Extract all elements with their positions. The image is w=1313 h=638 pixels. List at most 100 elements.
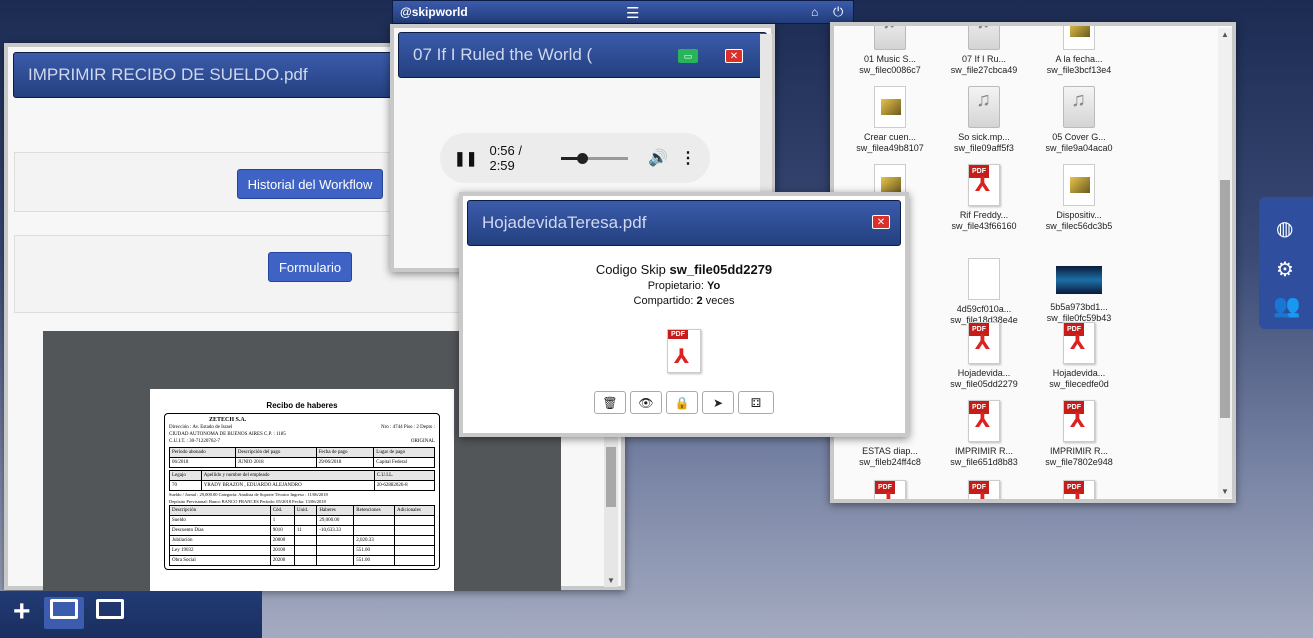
desktop-2-button[interactable] — [90, 597, 130, 629]
owner-label: Propietario: — [647, 280, 704, 292]
file-item[interactable]: PDF⅄ — [944, 480, 1024, 499]
file-item[interactable]: 5b5a973bd1... sw_file0fc59b43 — [1039, 258, 1119, 324]
files-scrollbar[interactable]: ▲ ▼ — [1218, 28, 1232, 498]
users-icon[interactable]: 👥 — [1273, 293, 1300, 319]
scroll-thumb[interactable] — [606, 447, 616, 507]
monitor-icon — [50, 599, 78, 619]
td: 20000 — [269, 535, 295, 546]
file-id: sw_filec0086c7 — [859, 65, 921, 75]
hoja-actions: 🗑 👁 🔒 ➤ ⚃ — [467, 391, 901, 414]
file-item[interactable]: PDF ⅄ Hojadevida... sw_filecedfe0d — [1039, 322, 1119, 390]
td — [393, 515, 436, 526]
file-name: 5b5a973bd1... — [1050, 302, 1108, 312]
file-item[interactable]: PDF⅄ — [850, 480, 930, 499]
file-item[interactable]: PDF ⅄ IMPRIMIR R... sw_file7802e948 — [1039, 400, 1119, 468]
music-file-icon: ♫ — [874, 26, 906, 50]
scroll-down-icon[interactable]: ▼ — [607, 576, 615, 585]
th: Fecha de pago — [315, 447, 375, 458]
side-dock: ◍ ⚙ 👥 — [1259, 197, 1313, 329]
company-dir: Dirección : Av. Estado de Israel — [169, 425, 233, 430]
file-item[interactable]: ♫ So sick.mp... sw_file09aff5f3 — [944, 86, 1024, 154]
pdf-file-icon: PDF⅄ — [968, 480, 1000, 499]
file-item[interactable]: ♫ 01 Music S...sw_filec0086c7 — [850, 26, 930, 76]
more-options-icon[interactable]: ⋮ — [680, 148, 696, 168]
seek-knob[interactable] — [576, 152, 588, 164]
th: Cód. — [269, 505, 295, 516]
file-name: Hojadevida... — [1052, 368, 1106, 378]
file-item[interactable]: PDF ⅄ IMPRIMIR R... sw_file651d8b83 — [944, 400, 1024, 468]
scroll-up-icon[interactable]: ▲ — [1221, 30, 1229, 39]
th: Lugar de pago — [373, 447, 435, 458]
home-icon[interactable]: ⌂ — [811, 5, 818, 19]
file-item[interactable]: 4d59cf010a... sw_file18d38e4e — [944, 258, 1024, 326]
td — [353, 525, 395, 536]
file-id: sw_file43f66160 — [951, 221, 1017, 231]
th: Período abonado — [169, 447, 236, 458]
file-name: ESTAS diap... — [862, 446, 918, 456]
file-id: sw_file05dd2279 — [950, 379, 1018, 389]
scroll-down-icon[interactable]: ▼ — [1221, 487, 1229, 496]
file-item[interactable]: ♫ 07 If I Ru...sw_file27cbca49 — [944, 26, 1024, 76]
file-name: IMPRIMIR R... — [955, 446, 1013, 456]
td — [293, 535, 318, 546]
screen-icon[interactable]: ▭ — [678, 49, 698, 63]
view-button[interactable]: 👁 — [630, 391, 662, 414]
eye-icon: 👁 — [638, 395, 654, 410]
file-item[interactable]: A la fecha... sw_file3bcf13e4 — [1039, 26, 1119, 76]
td: 20200 — [269, 555, 295, 566]
th: Legajo — [169, 470, 202, 481]
audio-player: ❚❚ 0:56 / 2:59 🔊 ⋮ — [440, 133, 710, 183]
menu-icon[interactable]: ☰ — [626, 4, 639, 22]
file-item[interactable]: Dispositiv... sw_filec56dc3b5 — [1039, 164, 1119, 232]
scroll-thumb[interactable] — [1220, 180, 1230, 418]
td: Obra Social — [169, 555, 271, 566]
image-file-icon — [1063, 164, 1095, 206]
file-id: sw_file7802e948 — [1045, 457, 1113, 467]
td — [393, 535, 436, 546]
share-button[interactable]: ⚃ — [738, 391, 774, 414]
close-icon[interactable]: ✕ — [725, 49, 743, 63]
file-item[interactable]: PDF⅄ — [1039, 480, 1119, 499]
lock-button[interactable]: 🔒 — [666, 391, 698, 414]
workflow-button[interactable]: Historial del Workflow — [237, 169, 383, 199]
th: Descripción — [169, 505, 271, 516]
pause-icon[interactable]: ❚❚ — [454, 150, 477, 167]
music-header: 07 If I Ruled the World ( ▭ ✕ — [398, 32, 767, 78]
pdf-file-icon: PDF⅄ — [1063, 322, 1095, 364]
hoja-window: HojadevidaTeresa.pdf ✕ Codigo Skip sw_fi… — [459, 192, 909, 437]
file-id: sw_file27cbca49 — [950, 65, 1018, 75]
globe-icon[interactable]: ◍ — [1276, 216, 1293, 241]
send-button[interactable]: ➤ — [702, 391, 734, 414]
td: 1 — [269, 515, 295, 526]
file-name: 07 If I Ru... — [961, 54, 1007, 64]
th: Descripción del pago — [234, 447, 317, 458]
file-name: 4d59cf010a... — [956, 304, 1012, 314]
pdf-icon: PDF ⅄ — [667, 329, 701, 373]
pdf-file-icon: PDF⅄ — [968, 400, 1000, 442]
file-item[interactable]: PDF ⅄ Rif Freddy... sw_file43f66160 — [944, 164, 1024, 232]
audio-seek-bar[interactable] — [560, 152, 629, 164]
desktop-1-button[interactable] — [44, 597, 84, 629]
formulario-button[interactable]: Formulario — [268, 252, 352, 282]
td: 29/06/2018 — [315, 457, 375, 468]
pdf-page: Recibo de haberes ZETECH S.A. Dirección … — [150, 389, 454, 591]
td — [393, 525, 436, 536]
td: YRADY BRAZON , EDUARDO ALEJANDRO — [200, 480, 375, 491]
gear-icon[interactable]: ⚙ — [1276, 257, 1294, 282]
file-name: 01 Music S... — [863, 54, 917, 64]
file-icon — [968, 258, 1000, 300]
recibo-title: IMPRIMIR RECIBO DE SUELDO.pdf — [28, 65, 308, 84]
file-item[interactable]: Crear cuen... sw_filea49b8107 — [850, 86, 930, 154]
td: Sueldo — [169, 515, 271, 526]
volume-icon[interactable]: 🔊 — [648, 148, 668, 168]
music-file-icon: ♫ — [1063, 86, 1095, 128]
td: JUNIO 2018 — [234, 457, 317, 468]
file-item[interactable]: ♫ 05 Cover G... sw_file9a04aca0 — [1039, 86, 1119, 154]
file-item[interactable]: PDF ⅄ Hojadevida... sw_file05dd2279 — [944, 322, 1024, 390]
delete-button[interactable]: 🗑 — [594, 391, 626, 414]
add-icon[interactable]: + — [13, 595, 31, 629]
power-icon[interactable]: ⏻ — [833, 4, 843, 20]
close-icon[interactable]: ✕ — [872, 215, 890, 229]
th: C.U.I.L. — [373, 470, 436, 481]
music-title: 07 If I Ruled the World ( — [413, 45, 593, 64]
